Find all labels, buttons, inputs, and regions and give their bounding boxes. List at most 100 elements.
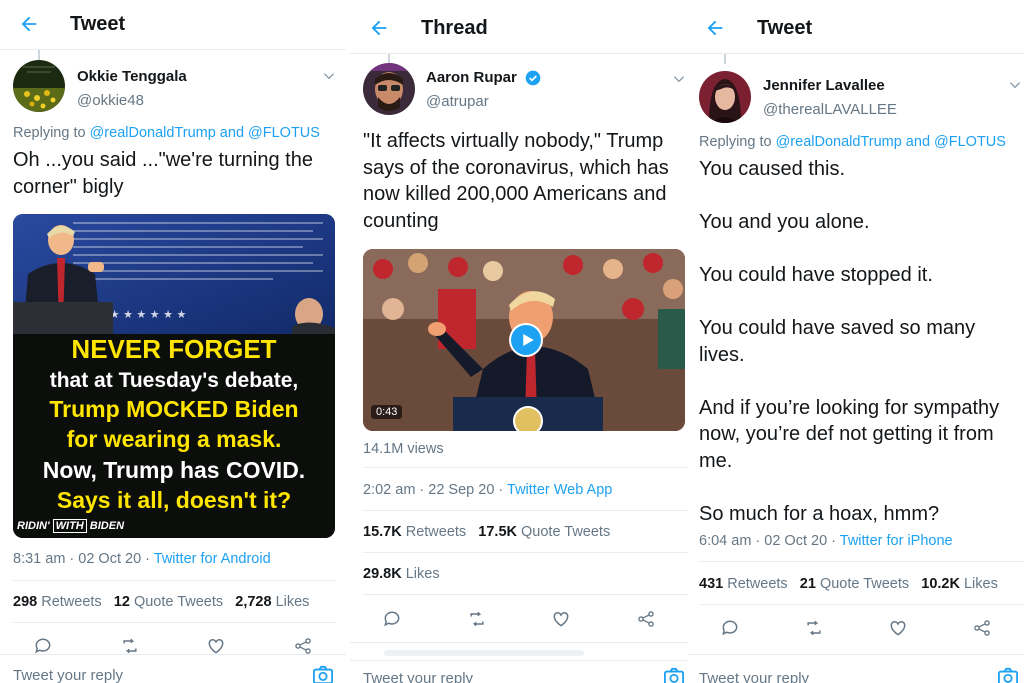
replying-and: and [215,125,249,141]
camera-icon[interactable] [997,667,1019,683]
avatar[interactable] [363,63,415,115]
tweet-timestamp: 6:04 am · 02 Oct 20 · Twitter for iPhone [699,533,953,549]
divider [13,580,336,581]
author-name[interactable]: Okkie Tenggala [77,68,187,85]
retweet-icon[interactable] [120,636,140,656]
chevron-down-icon[interactable] [672,72,686,86]
tweet-panel-aaron: Thread Aaron Rupar @atrupar "It affects … [350,0,688,683]
camera-icon[interactable] [663,667,685,683]
author-handle[interactable]: @therealLAVALLEE [763,101,897,118]
back-arrow-icon[interactable] [368,17,390,39]
poster-line: Trump MOCKED Biden [49,396,299,422]
engagement-stats: 298 Retweets 12 Quote Tweets 2,728 Likes [13,594,309,610]
likes-label: Likes [271,594,310,610]
author-handle[interactable]: @atrupar [426,93,489,110]
mention-link[interactable]: @realDonaldTrump [90,125,216,141]
reply-icon[interactable] [720,618,740,638]
mention-link[interactable]: @FLOTUS [934,134,1006,150]
share-icon[interactable] [636,609,656,629]
divider [363,552,688,553]
avatar[interactable] [13,60,65,112]
verified-badge-icon [525,70,541,86]
replying-prefix: Replying to [699,134,776,150]
reply-input[interactable]: Tweet your reply [699,670,809,683]
quotes-count[interactable]: 12 Quote Tweets [114,594,223,610]
reply-icon[interactable] [33,636,53,656]
reply-input[interactable]: Tweet your reply [363,670,473,683]
chevron-down-icon[interactable] [322,69,336,83]
ridin-with-biden-logo: RIDIN' WITH BIDEN [17,519,124,533]
quotes-label: Quote Tweets [516,524,611,540]
likes-count[interactable]: 10.2K Likes [921,576,998,592]
source-link[interactable]: Twitter for iPhone [840,533,953,549]
top-bar: Tweet [688,0,1024,54]
retweets-label: Retweets [723,576,788,592]
divider [363,594,688,595]
heart-icon[interactable] [206,636,226,656]
camera-icon[interactable] [312,665,334,683]
badge-with: WITH [52,519,87,533]
share-icon[interactable] [293,636,313,656]
replying-and: and [901,134,935,150]
likes-label: Likes [401,566,440,582]
mention-link[interactable]: @realDonaldTrump [776,134,902,150]
tweet-text: You caused this. You and you alone. You … [699,158,1000,525]
tweet-timestamp: 2:02 am · 22 Sep 20 · Twitter Web App [363,482,612,498]
retweet-icon[interactable] [467,609,487,629]
heart-icon[interactable] [888,618,908,638]
page-title: Thread [421,17,488,39]
divider [13,622,336,623]
source-link[interactable]: Twitter Web App [507,482,612,498]
retweets-number: 15.7K [363,524,402,540]
action-bar [0,636,346,656]
retweet-icon[interactable] [804,618,824,638]
top-bar: Thread [350,0,688,54]
back-arrow-icon[interactable] [704,17,726,39]
replying-to: Replying to @realDonaldTrump and @FLOTUS [13,125,320,141]
author-name[interactable]: Jennifer Lavallee [763,77,885,94]
thread-line [38,50,40,60]
engagement-stats: 15.7K Retweets 17.5K Quote Tweets [363,524,610,540]
tweet-text: "It affects virtually nobody," Trump say… [363,130,669,232]
poster-line: Now, Trump has COVID. [42,457,306,483]
source-link[interactable]: Twitter for Android [154,551,271,567]
likes-number: 29.8K [363,566,402,582]
quotes-label: Quote Tweets [129,594,224,610]
play-icon [523,334,534,346]
likes-count[interactable]: 2,728 Likes [235,594,309,610]
retweets-count[interactable]: 298 Retweets [13,594,102,610]
retweets-count[interactable]: 15.7K Retweets [363,524,466,540]
tweet-timestamp: 8:31 am · 02 Oct 20 · Twitter for Androi… [13,551,271,567]
thread-line [724,54,726,64]
reply-icon[interactable] [382,609,402,629]
author-handle[interactable]: @okkie48 [77,92,144,109]
quotes-number: 21 [799,576,816,592]
quotes-label: Quote Tweets [815,576,910,592]
divider [699,604,1024,605]
heart-icon[interactable] [551,609,571,629]
tweet-panel-okkie: Tweet Okkie Tenggala @okkie48 Replying t… [0,0,346,683]
retweets-label: Retweets [401,524,467,540]
share-icon[interactable] [972,618,992,638]
quotes-count[interactable]: 21 Quote Tweets [800,576,909,592]
divider [350,660,688,661]
reply-input[interactable]: Tweet your reply [13,667,123,683]
likes-count[interactable]: 29.8K Likes [363,566,440,582]
quotes-count[interactable]: 17.5K Quote Tweets [478,524,610,540]
tweet-image[interactable]: ★ ★ ★ ★ ★ ★ ★ ★ NEVER FORGET that at Tue… [13,214,335,538]
retweets-number: 431 [699,576,724,592]
play-button[interactable] [509,323,543,357]
retweets-count[interactable]: 431 Retweets [699,576,788,592]
poster-line: for wearing a mask. [66,426,282,452]
mention-link[interactable]: @FLOTUS [248,125,320,141]
view-count: 14.1M views [363,441,444,457]
avatar[interactable] [699,71,751,123]
back-arrow-icon[interactable] [18,13,40,35]
divider [688,654,1024,655]
tweet-video[interactable]: 0:43 [363,249,685,431]
quotes-number: 17.5K [478,524,517,540]
likes-number: 2,728 [235,594,272,610]
poster-line: that at Tuesday's debate, [49,369,299,392]
chevron-down-icon[interactable] [1008,78,1022,92]
author-name[interactable]: Aaron Rupar [426,69,517,86]
